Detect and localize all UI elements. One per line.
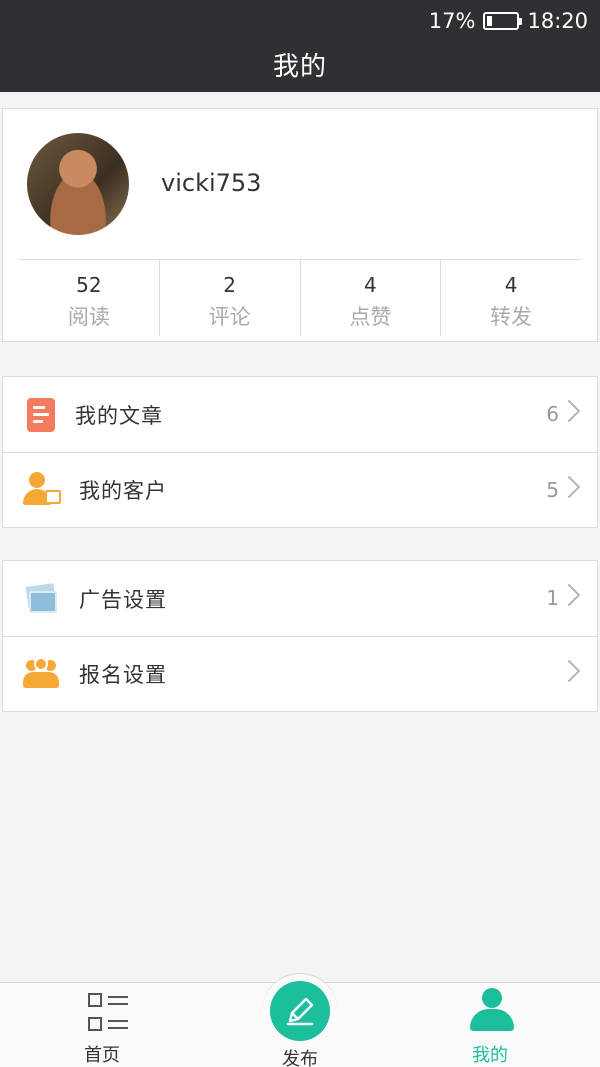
stat-reads[interactable]: 52 阅读	[19, 260, 159, 336]
chevron-right-icon	[557, 399, 581, 423]
battery-percent: 17%	[428, 9, 476, 33]
home-list-icon	[86, 991, 132, 1033]
nav-label-active: 我的	[472, 1045, 508, 1066]
chevron-right-icon	[557, 583, 581, 607]
menu-item-ad-settings[interactable]: 广告设置 1	[3, 561, 597, 636]
menu-item-label: 报名设置	[79, 663, 167, 687]
article-icon	[27, 397, 55, 432]
status-bar: 17% 18:20	[429, 8, 588, 34]
stat-value: 52	[76, 273, 102, 297]
menu-group-content: 我的文章 6 我的客户 5	[2, 376, 598, 528]
nav-me[interactable]: 我的	[390, 983, 590, 1067]
stat-label: 评论	[208, 305, 251, 329]
customer-icon	[23, 472, 61, 508]
stat-label: 转发	[490, 305, 533, 329]
page-title: 我的	[272, 52, 327, 82]
menu-group-settings: 广告设置 1 报名设置	[2, 560, 598, 712]
nav-label: 发布	[282, 1049, 318, 1067]
chevron-right-icon	[557, 659, 581, 683]
battery-level	[487, 16, 493, 26]
stat-label: 点赞	[349, 305, 392, 329]
menu-item-my-articles[interactable]: 我的文章 6	[3, 377, 597, 452]
menu-item-my-customers[interactable]: 我的客户 5	[3, 452, 597, 527]
menu-item-label: 我的客户	[79, 479, 167, 503]
stat-label: 阅读	[67, 305, 110, 329]
stat-value: 4	[504, 273, 518, 297]
stat-likes[interactable]: 4 点赞	[299, 260, 441, 336]
stat-shares[interactable]: 4 转发	[440, 260, 581, 336]
stat-value: 2	[223, 273, 236, 297]
signup-settings-icon	[23, 656, 59, 692]
nav-home[interactable]: 首页	[0, 983, 200, 1067]
chevron-right-icon	[557, 475, 581, 499]
stat-value: 4	[364, 273, 377, 297]
clock: 18:20	[527, 9, 588, 33]
menu-item-count: 5	[546, 478, 559, 502]
menu-item-count: 6	[546, 402, 559, 426]
menu-item-count: 1	[546, 586, 559, 610]
nav-publish[interactable]: 发布	[200, 983, 400, 1067]
battery-icon	[483, 12, 523, 30]
ad-settings-icon	[23, 581, 59, 617]
profile-card: vicki753 52 阅读 2 评论 4 点赞 4 转发	[2, 108, 598, 342]
top-bar: 17% 18:20 我的	[0, 0, 600, 92]
bottom-nav: 首页 发布 我的	[0, 973, 600, 1067]
menu-item-signup-settings[interactable]: 报名设置	[3, 636, 597, 711]
username: vicki753	[161, 169, 262, 197]
nav-label: 首页	[84, 1045, 120, 1066]
menu-item-label: 广告设置	[79, 587, 167, 612]
stats-row: 52 阅读 2 评论 4 点赞 4 转发	[19, 260, 581, 336]
menu-item-label: 我的文章	[75, 403, 163, 428]
avatar[interactable]	[27, 133, 129, 235]
stat-comments[interactable]: 2 评论	[158, 260, 300, 336]
